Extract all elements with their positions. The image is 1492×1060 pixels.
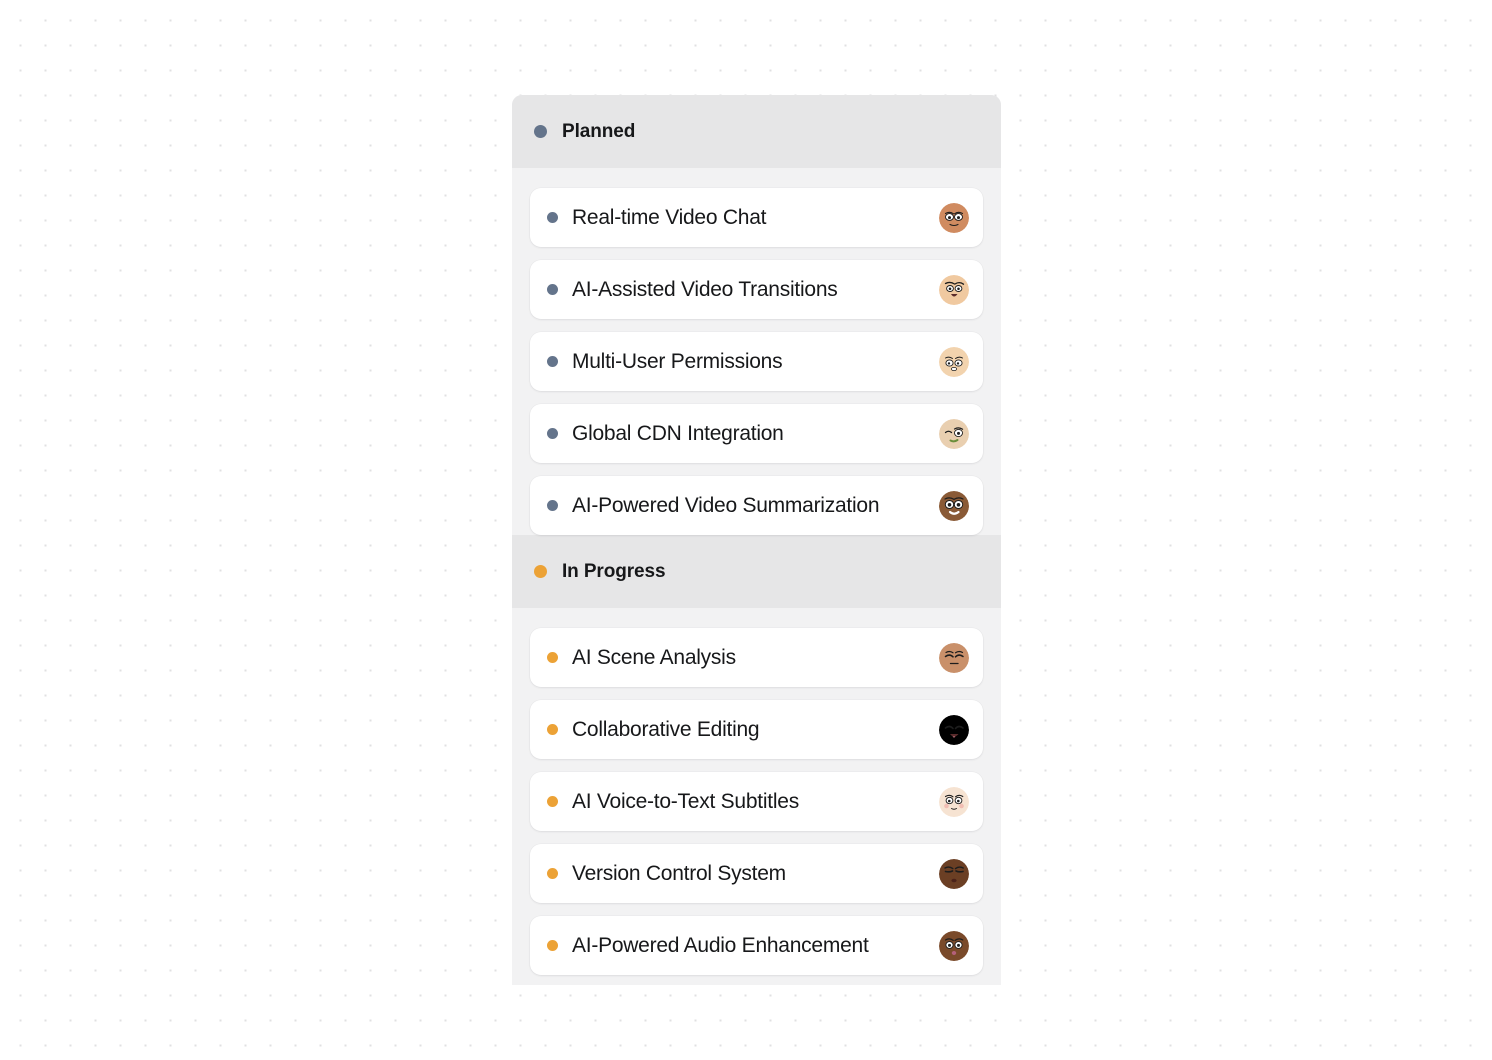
task-card[interactable]: Multi-User Permissions bbox=[530, 332, 983, 391]
task-card[interactable]: AI-Powered Audio Enhancement bbox=[530, 916, 983, 975]
column-title: Planned bbox=[562, 120, 636, 142]
task-title: AI-Assisted Video Transitions bbox=[572, 277, 838, 301]
task-title: AI-Powered Video Summarization bbox=[572, 493, 880, 517]
column-status-dot-icon bbox=[534, 125, 547, 138]
task-status-dot-icon bbox=[547, 428, 558, 439]
task-title: Multi-User Permissions bbox=[572, 349, 783, 373]
task-status-dot-icon bbox=[547, 212, 558, 223]
task-status-dot-icon bbox=[547, 652, 558, 663]
task-status-dot-icon bbox=[547, 796, 558, 807]
assignee-avatar[interactable] bbox=[939, 418, 969, 449]
board-column-in-progress: In Progress AI Scene Analysis Collaborati… bbox=[512, 535, 1001, 985]
column-title: In Progress bbox=[562, 560, 666, 582]
assignee-avatar[interactable] bbox=[939, 714, 969, 745]
task-title: AI Scene Analysis bbox=[572, 645, 736, 669]
board-column-planned: Planned Real-time Video Chat AI-Assisted … bbox=[512, 95, 1001, 535]
task-status-dot-icon bbox=[547, 868, 558, 879]
task-card[interactable]: Global CDN Integration bbox=[530, 404, 983, 463]
column-header-in-progress[interactable]: In Progress bbox=[512, 535, 1001, 608]
kanban-board: Planned Real-time Video Chat AI-Assisted … bbox=[512, 95, 1001, 985]
task-status-dot-icon bbox=[547, 284, 558, 295]
task-status-dot-icon bbox=[547, 500, 558, 511]
column-status-dot-icon bbox=[534, 565, 547, 578]
assignee-avatar[interactable] bbox=[939, 858, 969, 889]
task-title: Global CDN Integration bbox=[572, 421, 784, 445]
task-card[interactable]: AI Scene Analysis bbox=[530, 628, 983, 687]
column-header-planned[interactable]: Planned bbox=[512, 95, 1001, 168]
assignee-avatar[interactable] bbox=[939, 202, 969, 233]
task-card[interactable]: Collaborative Editing bbox=[530, 700, 983, 759]
assignee-avatar[interactable] bbox=[939, 274, 969, 305]
task-status-dot-icon bbox=[547, 940, 558, 951]
assignee-avatar[interactable] bbox=[939, 930, 969, 961]
assignee-avatar[interactable] bbox=[939, 346, 969, 377]
task-title: AI Voice-to-Text Subtitles bbox=[572, 789, 799, 813]
column-cards-in-progress: AI Scene Analysis Collaborative Editing … bbox=[512, 608, 1001, 985]
task-title: Collaborative Editing bbox=[572, 717, 760, 741]
task-card[interactable]: AI-Assisted Video Transitions bbox=[530, 260, 983, 319]
assignee-avatar[interactable] bbox=[939, 490, 969, 521]
assignee-avatar[interactable] bbox=[939, 642, 969, 673]
task-status-dot-icon bbox=[547, 724, 558, 735]
task-title: Real-time Video Chat bbox=[572, 205, 767, 229]
task-status-dot-icon bbox=[547, 356, 558, 367]
task-card[interactable]: AI-Powered Video Summarization bbox=[530, 476, 983, 535]
task-card[interactable]: Version Control System bbox=[530, 844, 983, 903]
task-title: Version Control System bbox=[572, 861, 786, 885]
assignee-avatar[interactable] bbox=[939, 786, 969, 817]
column-cards-planned: Real-time Video Chat AI-Assisted Video T… bbox=[512, 168, 1001, 535]
task-title: AI-Powered Audio Enhancement bbox=[572, 933, 869, 957]
task-card[interactable]: AI Voice-to-Text Subtitles bbox=[530, 772, 983, 831]
task-card[interactable]: Real-time Video Chat bbox=[530, 188, 983, 247]
